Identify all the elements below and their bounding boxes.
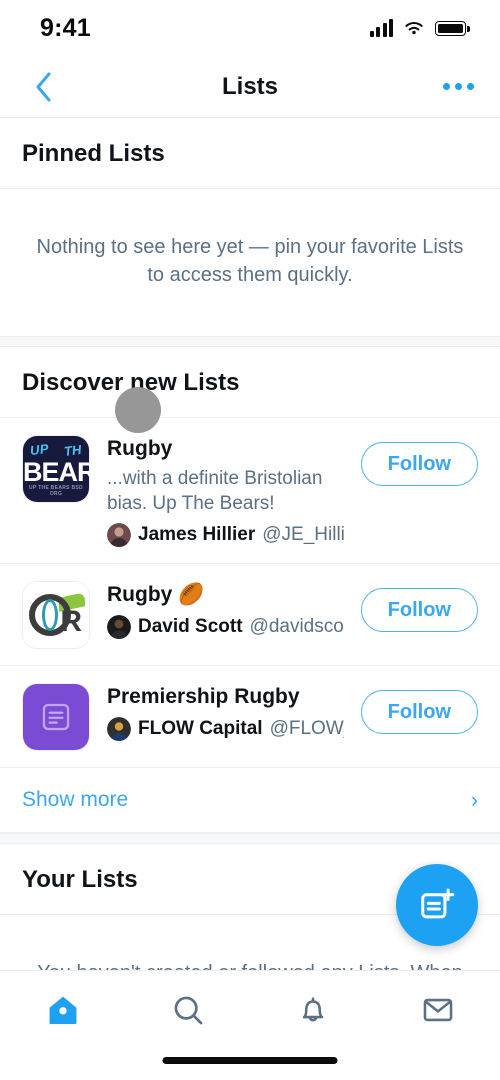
discover-lists-heading: Discover new Lists: [0, 346, 500, 418]
author-name: David Scott: [138, 616, 243, 638]
wifi-icon: [405, 22, 423, 35]
tab-search[interactable]: [125, 985, 250, 1035]
avatar: [107, 615, 131, 640]
list-thumbnail: UP TH BEAR UP THE BEARS BSD ORG: [22, 434, 90, 503]
new-list-icon: [421, 888, 455, 919]
list-author[interactable]: FLOW Capital @FLOW_...: [107, 717, 344, 742]
purple-list-placeholder: [23, 684, 89, 751]
search-icon: [174, 996, 202, 1025]
cellular-signal-icon: [369, 19, 393, 37]
envelope-icon: [423, 998, 452, 1022]
list-title: Rugby 🏉: [107, 583, 205, 607]
follow-button[interactable]: Follow: [360, 441, 478, 486]
bell-icon: [302, 997, 323, 1022]
avatar: [107, 717, 131, 742]
list-description: ...with a definite Bristolian bias. Up T…: [107, 468, 323, 515]
list-info: Premiership Rugby FLOW Capital @FLOW_...: [107, 683, 344, 742]
pinned-lists-heading: Pinned Lists: [0, 118, 500, 189]
author-name: James Hillier: [138, 524, 256, 546]
list-title: Rugby: [107, 436, 173, 460]
section-divider: [0, 335, 500, 347]
more-dot: [467, 83, 474, 90]
bottom-tab-bar: [0, 970, 500, 1080]
touch-point-indicator: [115, 387, 161, 433]
tab-messages[interactable]: [375, 985, 500, 1035]
author-handle: @JE_Hillier: [262, 524, 344, 546]
page-title: Lists: [221, 72, 278, 100]
avatar-image: [107, 615, 131, 640]
tab-home[interactable]: [0, 985, 125, 1035]
tab-notifications[interactable]: [250, 985, 375, 1035]
list-item[interactable]: UP TH BEAR UP THE BEARS BSD ORG Rugby ...w…: [0, 417, 500, 565]
list-title: Premiership Rugby: [107, 685, 300, 709]
status-icons: [369, 19, 470, 37]
qr-logo: R: [23, 582, 89, 649]
status-bar: 9:41: [0, 0, 500, 56]
up-the-bears-logo: UP TH BEAR UP THE BEARS BSD ORG: [23, 435, 89, 502]
author-handle: @FLOW_...: [269, 718, 344, 740]
navigation-bar: Lists: [0, 56, 500, 118]
list-author[interactable]: David Scott @davidsco...: [107, 615, 344, 640]
create-new-list-button[interactable]: [396, 864, 478, 946]
list-thumbnail: R: [22, 581, 90, 650]
show-more-button[interactable]: Show more ›: [0, 768, 500, 834]
more-dot: [455, 83, 462, 90]
avatar-image: [107, 717, 131, 742]
status-time: 9:41: [40, 13, 91, 42]
back-button[interactable]: [26, 70, 60, 104]
home-indicator: [162, 1057, 338, 1064]
follow-button[interactable]: Follow: [360, 690, 478, 735]
list-info: Rugby 🏉 David Scott @davidsco...: [107, 581, 344, 640]
pinned-lists-empty-state: Nothing to see here yet — pin your favor…: [0, 189, 500, 336]
avatar: [107, 523, 131, 548]
follow-button[interactable]: Follow: [360, 588, 478, 633]
chevron-right-icon: ›: [471, 788, 478, 812]
show-more-label: Show more: [22, 788, 129, 812]
section-divider: [0, 833, 500, 845]
avatar-image: [107, 523, 131, 548]
list-item[interactable]: R Rugby 🏉 David Scott @davidsco... Follo…: [0, 564, 500, 667]
chevron-left-icon: [36, 72, 51, 101]
more-options-button[interactable]: [443, 83, 474, 90]
list-thumbnail: [22, 683, 90, 752]
list-item[interactable]: Premiership Rugby FLOW Capital @FLOW_...…: [0, 666, 500, 769]
list-info: Rugby ...with a definite Bristolian bias…: [107, 435, 344, 548]
author-handle: @davidsco...: [249, 616, 344, 638]
more-dot: [443, 83, 450, 90]
list-author[interactable]: James Hillier @JE_Hillier: [107, 523, 344, 548]
author-name: FLOW Capital: [138, 718, 263, 740]
lists-screen: 9:41 Lists Pinned Lists Nothing to see h…: [0, 0, 500, 1080]
list-placeholder-icon: [42, 704, 70, 731]
home-icon: [49, 996, 76, 1025]
battery-full-icon: [435, 20, 470, 36]
